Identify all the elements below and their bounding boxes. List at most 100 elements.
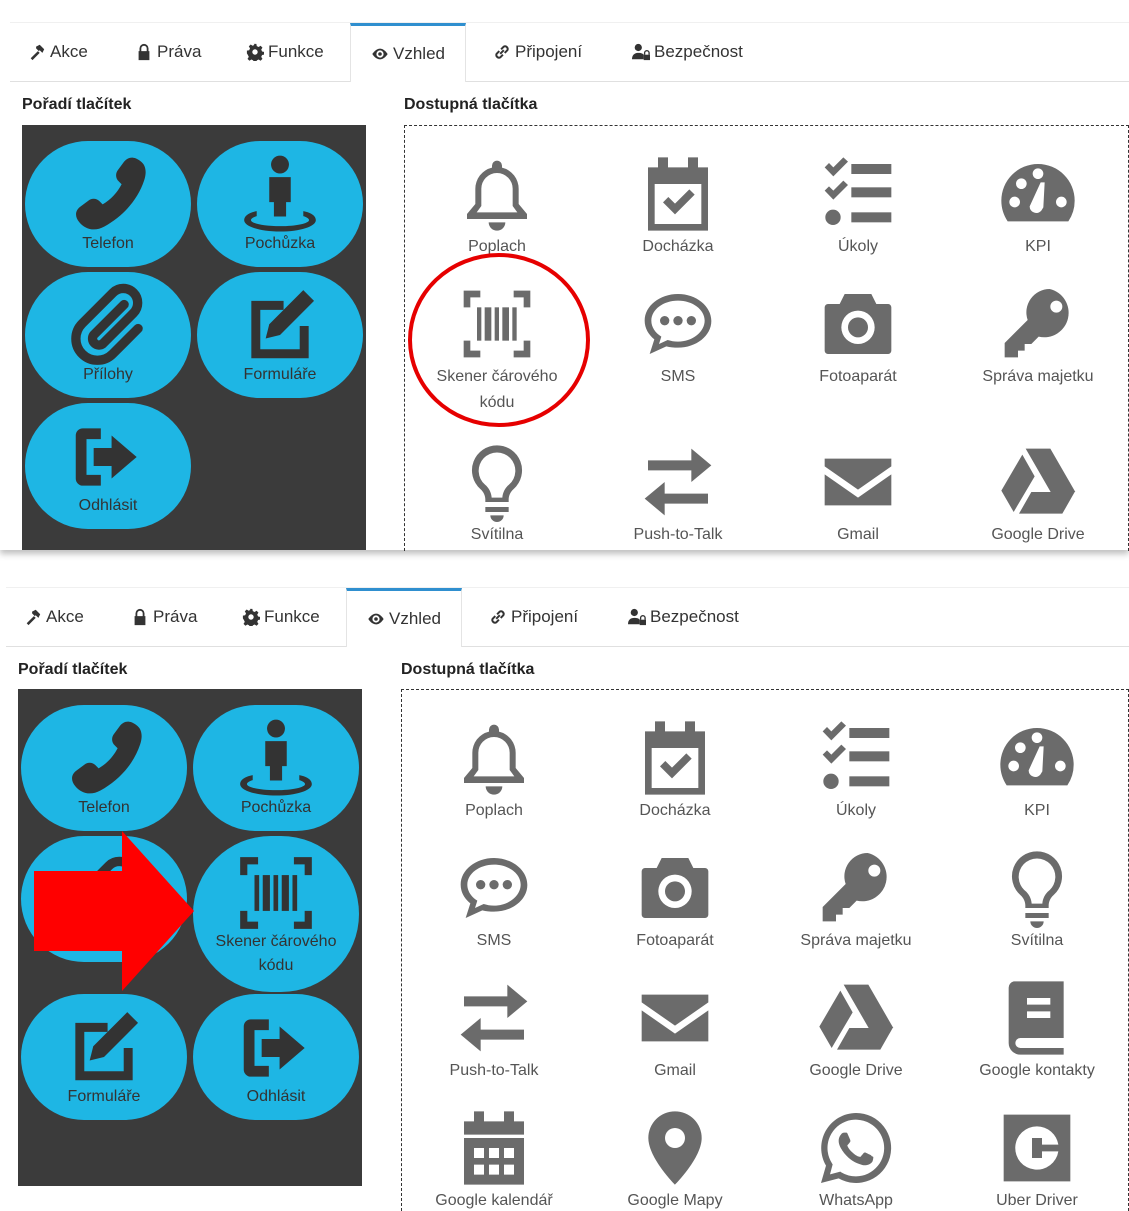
- available-google-mapy[interactable]: Google Mapy: [585, 1108, 765, 1211]
- available-kpi[interactable]: KPI: [948, 154, 1128, 260]
- available-google-kalendar[interactable]: Google kalendář: [404, 1108, 584, 1211]
- tab-vzhled[interactable]: Vzhled: [346, 588, 462, 647]
- available-label: SMS: [476, 932, 512, 949]
- available-ukoly[interactable]: Úkoly: [766, 718, 946, 824]
- order-button-formulare[interactable]: Formuláře: [21, 994, 187, 1120]
- available-label: Svítilna: [1010, 932, 1064, 949]
- order-label: Odhlásit: [246, 1088, 306, 1105]
- phone-icon: [76, 157, 146, 230]
- link-icon: [495, 45, 509, 59]
- available-sprava-majetku[interactable]: Správa majetku: [766, 848, 946, 954]
- available-svitilna[interactable]: Svítilna: [947, 848, 1127, 954]
- eye-icon: [372, 48, 388, 60]
- available-label: Push-to-Talk: [633, 526, 723, 543]
- available-fotoaparat[interactable]: Fotoaparát: [585, 848, 765, 954]
- order-button-odhlasit[interactable]: Odhlásit: [193, 994, 359, 1120]
- available-poplach[interactable]: Poplach: [407, 154, 587, 260]
- available-label: Fotoaparát: [636, 932, 714, 949]
- available-label: Docházka: [639, 802, 711, 819]
- user-lock-icon: [628, 608, 646, 626]
- available-dochazka[interactable]: Docházka: [588, 154, 768, 260]
- order-button-odhlasit[interactable]: Odhlásit: [25, 403, 191, 529]
- available-label: KPI: [1025, 238, 1051, 255]
- envelope-icon: [824, 458, 892, 506]
- available-gmail[interactable]: Gmail: [585, 978, 765, 1084]
- available-label: Google kontakty: [979, 1062, 1095, 1079]
- whatsapp-icon: [821, 1112, 892, 1183]
- order-button-skener[interactable]: Skener čárového kódu: [193, 836, 359, 992]
- gear-icon: [246, 43, 264, 61]
- order-button-telefon[interactable]: Telefon: [25, 141, 191, 267]
- hammer-icon: [30, 44, 45, 61]
- order-button-telefon[interactable]: Telefon: [21, 705, 187, 831]
- phone-preview: Telefon Pochůzka Přílohy Formuláře Odhlá…: [22, 125, 366, 550]
- order-label: Skener čárového kódu: [215, 933, 337, 974]
- tab-akce[interactable]: Akce: [24, 588, 84, 646]
- tab-prava[interactable]: Práva: [131, 588, 197, 646]
- tab-funkce[interactable]: Funkce: [246, 23, 324, 81]
- available-label: Úkoly: [835, 802, 876, 819]
- available-ukoly[interactable]: Úkoly: [768, 154, 948, 260]
- available-gmail[interactable]: Gmail: [768, 442, 948, 548]
- tab-label: Funkce: [264, 607, 320, 626]
- available-sms[interactable]: SMS: [588, 284, 768, 390]
- calendar-check-icon: [648, 157, 708, 231]
- hammer-icon: [26, 609, 41, 626]
- tab-bezpecnost[interactable]: Bezpečnost: [628, 588, 739, 646]
- available-sms[interactable]: SMS: [404, 848, 584, 954]
- tab-bar: Akce Práva Funkce Vzhled Připojení Bezpe…: [6, 587, 1129, 647]
- tasks-list-icon: [822, 721, 890, 789]
- available-google-kontakty[interactable]: Google kontakty: [947, 978, 1127, 1084]
- order-title: Pořadí tlačítek: [22, 96, 132, 113]
- available-google-drive[interactable]: Google Drive: [948, 442, 1128, 548]
- gauge-icon: [1001, 164, 1075, 222]
- tab-label: Funkce: [268, 42, 324, 61]
- edit-form-icon: [75, 1012, 139, 1081]
- order-button-pochuzka[interactable]: Pochůzka: [197, 141, 363, 267]
- person-on-spot-icon: [240, 719, 312, 796]
- tab-bezpecnost[interactable]: Bezpečnost: [632, 23, 743, 81]
- order-label: Telefon: [78, 799, 130, 816]
- order-label: Pochůzka: [240, 799, 312, 816]
- available-label: Google Drive: [809, 1062, 903, 1079]
- tab-vzhled[interactable]: Vzhled: [350, 23, 466, 82]
- bell-icon: [467, 160, 527, 231]
- available-fotoaparat[interactable]: Fotoaparát: [768, 284, 948, 390]
- order-button-prilohy[interactable]: Přílohy: [25, 272, 191, 398]
- tab-akce[interactable]: Akce: [28, 23, 88, 81]
- available-dochazka[interactable]: Docházka: [585, 718, 765, 824]
- link-icon: [491, 610, 505, 624]
- tab-label: Práva: [153, 607, 198, 626]
- available-sprava-majetku[interactable]: Správa majetku: [948, 284, 1128, 390]
- order-button-pochuzka[interactable]: Pochůzka: [193, 705, 359, 831]
- highlight-circle: [408, 253, 590, 427]
- available-google-drive[interactable]: Google Drive: [766, 978, 946, 1084]
- available-poplach[interactable]: Poplach: [404, 718, 584, 824]
- envelope-icon: [641, 994, 709, 1042]
- red-arrow-icon: [34, 831, 194, 991]
- tab-label: Vzhled: [389, 609, 441, 628]
- tab-label: Připojení: [511, 607, 579, 626]
- google-drive-icon: [819, 984, 894, 1050]
- available-buttons-area: Poplach Docházka Úkoly KPI SMS Fotoapará…: [401, 689, 1129, 1211]
- camera-icon: [824, 294, 892, 354]
- available-title: Dostupná tlačítka: [404, 96, 538, 113]
- panel-after: Akce Práva Funkce Vzhled Připojení Bezpe…: [0, 565, 1129, 1211]
- available-svitilna[interactable]: Svítilna: [407, 442, 587, 548]
- tab-pripojeni[interactable]: Připojení: [493, 23, 582, 81]
- tab-funkce[interactable]: Funkce: [242, 588, 320, 646]
- available-uber-driver[interactable]: Uber Driver: [947, 1108, 1127, 1211]
- logout-icon: [75, 428, 137, 486]
- tab-pripojeni[interactable]: Připojení: [489, 588, 578, 646]
- tab-label: Bezpečnost: [650, 607, 739, 626]
- tab-bar: Akce Práva Funkce Vzhled Připojení Bezpe…: [10, 22, 1129, 82]
- available-push-to-talk[interactable]: Push-to-Talk: [404, 978, 584, 1084]
- order-label: Přílohy: [83, 366, 133, 383]
- available-kpi[interactable]: KPI: [947, 718, 1127, 824]
- tab-prava[interactable]: Práva: [135, 23, 201, 81]
- order-button-formulare[interactable]: Formuláře: [197, 272, 363, 398]
- order-label: Telefon: [82, 235, 134, 252]
- available-whatsapp[interactable]: WhatsApp: [766, 1108, 946, 1211]
- panel-before: Akce Práva Funkce Vzhled Připojení Bezpe…: [0, 0, 1129, 551]
- available-push-to-talk[interactable]: Push-to-Talk: [588, 442, 768, 548]
